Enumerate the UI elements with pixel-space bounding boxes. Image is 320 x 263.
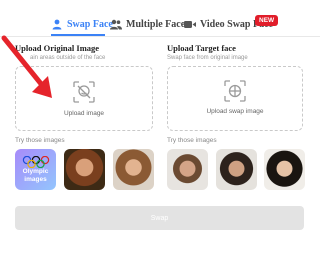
tab-swap-face[interactable]: Swap Face	[51, 12, 113, 36]
upload-swap-image-label: Upload swap image	[206, 108, 264, 115]
new-badge: NEW	[255, 15, 279, 26]
users-icon	[110, 18, 122, 30]
target-face-thumb[interactable]	[167, 149, 208, 190]
upload-target-dropzone[interactable]: Upload swap image	[167, 66, 303, 131]
target-face-title: Upload Target face	[167, 43, 236, 53]
olympic-rings-icon	[22, 155, 49, 168]
try-images-label-right: Try those images	[167, 137, 217, 144]
sample-face-thumb[interactable]	[113, 149, 154, 190]
tab-label: Multiple Faces	[126, 18, 190, 30]
try-images-label-left: Try those images	[15, 137, 65, 144]
olympic-label-2: images	[24, 175, 47, 183]
target-face-thumb[interactable]	[216, 149, 257, 190]
tab-bar: Swap Face Multiple Faces Video Swap Face…	[0, 12, 320, 37]
olympic-images-thumb[interactable]: Olympic images	[15, 149, 56, 190]
face-scan-icon	[73, 81, 95, 108]
olympic-label: Olympic	[22, 167, 49, 175]
upload-image-label: Upload image	[63, 110, 105, 117]
video-icon	[184, 18, 196, 30]
target-face-subtitle: Swap face from original image	[167, 55, 248, 61]
tab-multiple-faces[interactable]: Multiple Faces	[110, 12, 189, 36]
tab-label: Swap Face	[67, 18, 113, 30]
user-icon	[51, 18, 63, 30]
face-scan-icon	[224, 80, 246, 107]
red-arrow-annotation	[1, 35, 52, 98]
swap-button[interactable]: Swap	[15, 206, 304, 230]
target-face-thumb[interactable]	[264, 149, 305, 190]
sample-face-thumb[interactable]	[64, 149, 105, 190]
